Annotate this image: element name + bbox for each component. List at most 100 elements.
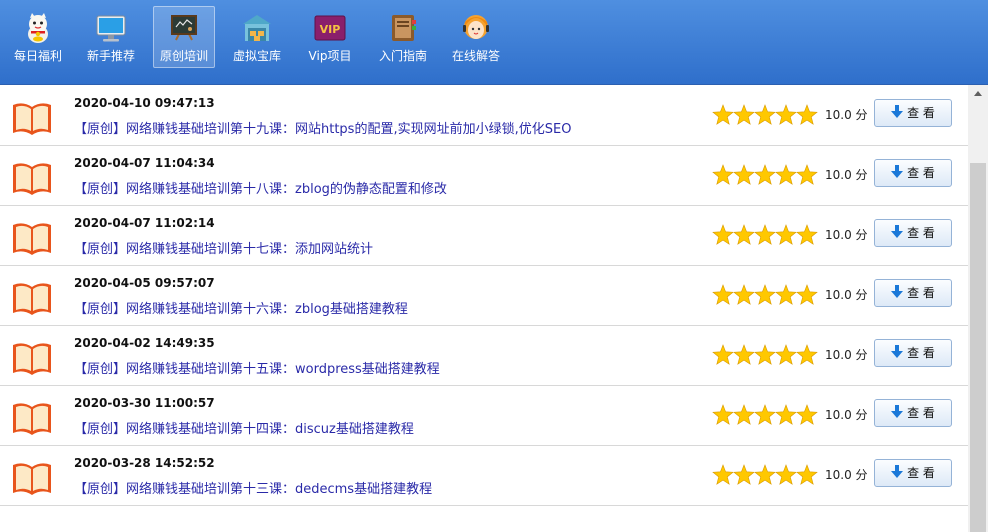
item-score: 10.0 分 [825,468,868,482]
tool-original-training[interactable]: 原创培训 [153,6,215,68]
view-button[interactable]: 查 看 [874,399,952,427]
item-title-link[interactable]: 【原创】网络赚钱基础培训第十五课：wordpress基础搭建教程 [74,358,440,377]
rating-stars [712,404,818,425]
star-icon [796,164,818,185]
star-icon [733,104,755,125]
item-score: 10.0 分 [825,168,868,182]
tool-label: 入门指南 [378,49,427,63]
rating-stars [712,164,818,185]
star-icon [796,284,818,305]
tool-vip-projects[interactable]: VIP Vip项目 [299,6,361,68]
vertical-scrollbar[interactable] [968,85,988,532]
rating-stars [712,104,818,125]
scroll-up-arrow-icon[interactable] [968,85,988,102]
download-arrow-icon [891,405,904,418]
list-item: 2020-04-07 11:02:14 【原创】网络赚钱基础培训第十七课：添加网… [0,205,968,266]
star-icon [796,404,818,425]
monitor-icon [96,15,126,42]
star-icon [712,344,734,365]
star-icon [754,464,776,485]
star-icon [733,284,755,305]
item-date: 2020-03-30 11:00:57 [74,396,215,410]
tool-label: 新手推荐 [86,49,135,63]
star-icon [712,464,734,485]
open-book-icon [13,103,51,135]
view-button-label: 查 看 [907,106,935,120]
tool-label: 虚拟宝库 [232,49,281,63]
warehouse-icon [243,15,271,41]
star-icon [733,404,755,425]
tool-online-answers[interactable]: 在线解答 [445,6,507,68]
star-icon [775,344,797,365]
star-icon [754,224,776,245]
star-icon [775,464,797,485]
download-arrow-icon [891,285,904,298]
star-icon [775,224,797,245]
item-title-link[interactable]: 【原创】网络赚钱基础培训第十八课：zblog的伪静态配置和修改 [74,178,447,197]
support-agent-icon [463,15,489,39]
vip-icon: VIP [314,15,346,41]
view-button-label: 查 看 [907,466,935,480]
blackboard-icon [171,15,197,41]
list-item: 2020-03-28 14:52:52 【原创】网络赚钱基础培训第十三课：ded… [0,445,968,506]
star-icon [796,344,818,365]
item-date: 2020-04-07 11:04:34 [74,156,215,170]
view-button[interactable]: 查 看 [874,159,952,187]
view-button[interactable]: 查 看 [874,339,952,367]
star-icon [754,164,776,185]
item-score: 10.0 分 [825,228,868,242]
view-button-label: 查 看 [907,166,935,180]
lucky-cat-icon [28,13,48,43]
list-item: 2020-04-05 09:57:07 【原创】网络赚钱基础培训第十六课：zbl… [0,265,968,326]
star-icon [775,104,797,125]
tool-label: 原创培训 [159,49,208,63]
view-button[interactable]: 查 看 [874,99,952,127]
open-book-icon [13,403,51,435]
list-item: 2020-04-10 09:47:13 【原创】网络赚钱基础培训第十九课：网站h… [0,85,968,146]
star-icon [712,284,734,305]
star-icon [733,344,755,365]
tool-beginner-recommend[interactable]: 新手推荐 [80,6,142,68]
item-score: 10.0 分 [825,288,868,302]
star-icon [733,224,755,245]
star-icon [712,404,734,425]
open-book-icon [13,163,51,195]
rating-stars [712,284,818,305]
tool-beginner-guide[interactable]: 入门指南 [372,6,434,68]
star-icon [754,104,776,125]
tool-daily-welfare[interactable]: 每日福利 [7,6,69,68]
item-title-link[interactable]: 【原创】网络赚钱基础培训第十四课：discuz基础搭建教程 [74,418,414,437]
item-date: 2020-04-05 09:57:07 [74,276,215,290]
tool-label: 在线解答 [451,49,500,63]
download-arrow-icon [891,465,904,478]
scrollbar-thumb[interactable] [970,163,986,532]
open-book-icon [13,463,51,495]
view-button[interactable]: 查 看 [874,219,952,247]
item-score: 10.0 分 [825,408,868,422]
item-date: 2020-04-02 14:49:35 [74,336,215,350]
item-title-link[interactable]: 【原创】网络赚钱基础培训第十三课：dedecms基础搭建教程 [74,478,432,497]
item-title-link[interactable]: 【原创】网络赚钱基础培训第十六课：zblog基础搭建教程 [74,298,408,317]
star-icon [796,104,818,125]
view-button-label: 查 看 [907,286,935,300]
tool-label: Vip项目 [308,49,352,63]
item-date: 2020-04-10 09:47:13 [74,96,215,110]
rating-stars [712,224,818,245]
vip-icon-text: VIP [320,23,341,36]
item-date: 2020-03-28 14:52:52 [74,456,215,470]
tool-virtual-treasury[interactable]: 虚拟宝库 [226,6,288,68]
item-score: 10.0 分 [825,348,868,362]
star-icon [796,464,818,485]
course-list: 2020-04-10 09:47:13 【原创】网络赚钱基础培训第十九课：网站h… [0,85,968,532]
view-button-label: 查 看 [907,406,935,420]
open-book-icon [13,283,51,315]
view-button[interactable]: 查 看 [874,459,952,487]
list-item: 2020-04-02 14:49:35 【原创】网络赚钱基础培训第十五课：wor… [0,325,968,386]
guide-book-icon [392,15,416,41]
item-date: 2020-04-07 11:02:14 [74,216,215,230]
star-icon [775,164,797,185]
item-title-link[interactable]: 【原创】网络赚钱基础培训第十七课：添加网站统计 [74,238,373,257]
view-button[interactable]: 查 看 [874,279,952,307]
download-arrow-icon [891,105,904,118]
item-title-link[interactable]: 【原创】网络赚钱基础培训第十九课：网站https的配置,实现网址前加小绿锁,优化… [74,118,571,137]
